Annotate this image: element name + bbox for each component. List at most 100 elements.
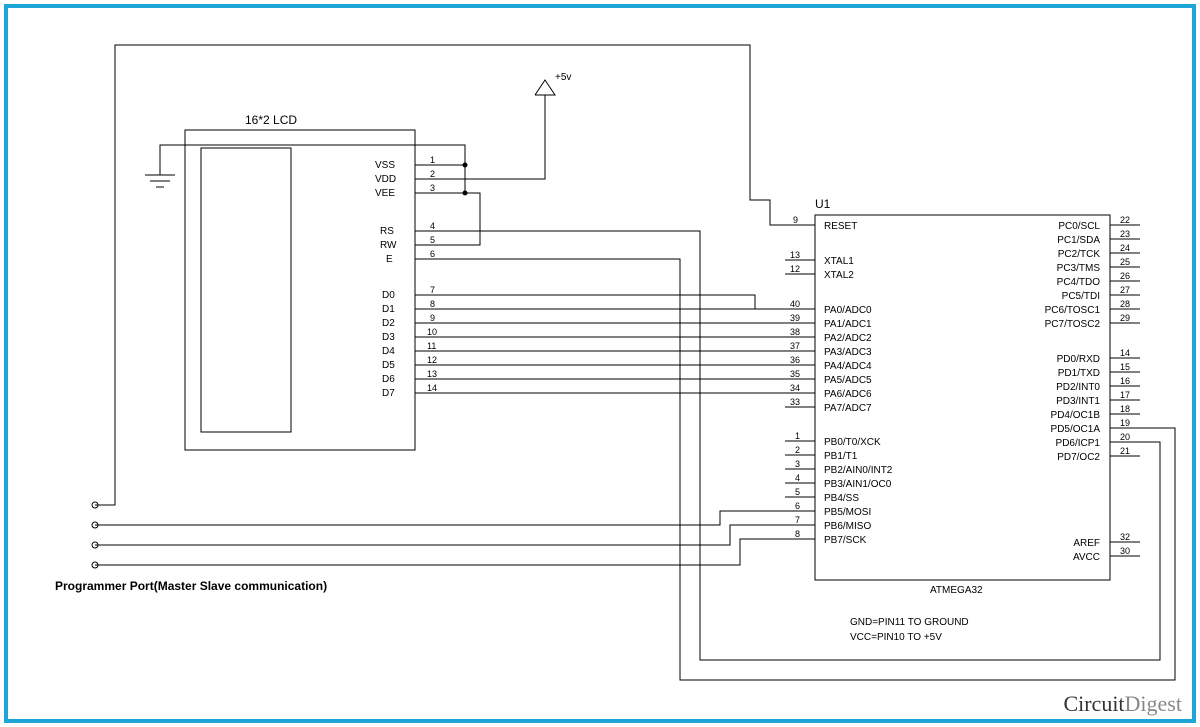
programmer-port-label: Programmer Port(Master Slave communicati… [55, 579, 327, 593]
svg-text:PA1/ADC1: PA1/ADC1 [824, 319, 872, 330]
svg-text:PC1/SDA: PC1/SDA [1057, 235, 1100, 246]
svg-text:PC7/TOSC2: PC7/TOSC2 [1045, 319, 1101, 330]
svg-text:7: 7 [795, 515, 800, 525]
svg-text:PD7/OC2: PD7/OC2 [1057, 452, 1100, 463]
svg-text:XTAL1: XTAL1 [824, 256, 854, 267]
svg-text:PD2/INT0: PD2/INT0 [1056, 382, 1100, 393]
svg-text:XTAL2: XTAL2 [824, 270, 854, 281]
label-5v: +5v [555, 72, 571, 83]
svg-text:D1: D1 [382, 304, 395, 315]
svg-text:D6: D6 [382, 374, 395, 385]
svg-text:14: 14 [427, 383, 437, 393]
svg-text:PA7/ADC7: PA7/ADC7 [824, 403, 872, 414]
svg-text:RESET: RESET [824, 221, 857, 232]
svg-text:12: 12 [790, 264, 800, 274]
note-gnd: GND=PIN11 TO GROUND [850, 617, 969, 628]
svg-text:15: 15 [1120, 362, 1130, 372]
svg-text:5: 5 [430, 235, 435, 245]
mcu-ref: U1 [815, 197, 831, 211]
svg-text:D4: D4 [382, 346, 395, 357]
svg-text:28: 28 [1120, 299, 1130, 309]
svg-text:RS: RS [380, 226, 394, 237]
svg-text:PB1/T1: PB1/T1 [824, 451, 858, 462]
svg-text:VEE: VEE [375, 188, 395, 199]
svg-text:20: 20 [1120, 432, 1130, 442]
svg-text:21: 21 [1120, 446, 1130, 456]
svg-text:9: 9 [430, 313, 435, 323]
svg-text:18: 18 [1120, 404, 1130, 414]
svg-text:PA0/ADC0: PA0/ADC0 [824, 305, 872, 316]
svg-text:7: 7 [430, 285, 435, 295]
svg-text:PA5/ADC5: PA5/ADC5 [824, 375, 872, 386]
svg-text:10: 10 [427, 327, 437, 337]
svg-text:39: 39 [790, 313, 800, 323]
svg-text:AVCC: AVCC [1073, 552, 1100, 563]
svg-text:AREF: AREF [1073, 538, 1100, 549]
svg-text:PC5/TDI: PC5/TDI [1062, 291, 1100, 302]
svg-text:PC3/TMS: PC3/TMS [1057, 263, 1101, 274]
svg-text:13: 13 [427, 369, 437, 379]
svg-text:33: 33 [790, 397, 800, 407]
svg-text:D5: D5 [382, 360, 395, 371]
svg-text:PA4/ADC4: PA4/ADC4 [824, 361, 872, 372]
watermark: CircuitDigest [1063, 691, 1182, 717]
note-vcc: VCC=PIN10 TO +5V [850, 632, 942, 643]
svg-text:PB4/SS: PB4/SS [824, 493, 859, 504]
svg-text:26: 26 [1120, 271, 1130, 281]
svg-text:PC4/TDO: PC4/TDO [1057, 277, 1101, 288]
svg-text:PD4/OC1B: PD4/OC1B [1051, 410, 1101, 421]
svg-text:PB2/AIN0/INT2: PB2/AIN0/INT2 [824, 465, 893, 476]
svg-text:VDD: VDD [375, 174, 396, 185]
lcd-title: 16*2 LCD [245, 113, 297, 127]
mcu-part: ATMEGA32 [930, 585, 983, 596]
svg-text:5: 5 [795, 487, 800, 497]
svg-text:PB5/MOSI: PB5/MOSI [824, 507, 871, 518]
svg-text:24: 24 [1120, 243, 1130, 253]
svg-text:35: 35 [790, 369, 800, 379]
svg-text:PB7/SCK: PB7/SCK [824, 535, 867, 546]
svg-text:2: 2 [795, 445, 800, 455]
svg-text:PB0/T0/XCK: PB0/T0/XCK [824, 437, 881, 448]
svg-text:8: 8 [430, 299, 435, 309]
lcd-block: 16*2 LCD VSS 1 VDD 2 VEE 3 RS 4 RW [185, 113, 445, 450]
svg-text:PC6/TOSC1: PC6/TOSC1 [1045, 305, 1101, 316]
svg-text:8: 8 [795, 529, 800, 539]
svg-text:PA2/ADC2: PA2/ADC2 [824, 333, 872, 344]
svg-text:PD0/RXD: PD0/RXD [1057, 354, 1100, 365]
svg-text:D3: D3 [382, 332, 395, 343]
svg-text:D7: D7 [382, 388, 395, 399]
svg-text:2: 2 [430, 169, 435, 179]
svg-text:PA3/ADC3: PA3/ADC3 [824, 347, 872, 358]
svg-text:6: 6 [430, 249, 435, 259]
svg-text:22: 22 [1120, 215, 1130, 225]
svg-text:D2: D2 [382, 318, 395, 329]
svg-text:40: 40 [790, 299, 800, 309]
svg-text:PC2/TCK: PC2/TCK [1058, 249, 1101, 260]
svg-text:RW: RW [380, 240, 397, 251]
svg-text:30: 30 [1120, 546, 1130, 556]
svg-text:16: 16 [1120, 376, 1130, 386]
svg-text:38: 38 [790, 327, 800, 337]
svg-text:4: 4 [430, 221, 435, 231]
svg-text:12: 12 [427, 355, 437, 365]
schematic-canvas: line, polyline, rect, path, circle { str… [0, 0, 1200, 727]
schematic-svg: line, polyline, rect, path, circle { str… [0, 0, 1200, 727]
svg-text:PD5/OC1A: PD5/OC1A [1051, 424, 1101, 435]
svg-text:PB6/MISO: PB6/MISO [824, 521, 871, 532]
svg-text:29: 29 [1120, 313, 1130, 323]
svg-text:17: 17 [1120, 390, 1130, 400]
svg-text:6: 6 [795, 501, 800, 511]
svg-text:25: 25 [1120, 257, 1130, 267]
svg-text:PC0/SCL: PC0/SCL [1058, 221, 1100, 232]
svg-text:27: 27 [1120, 285, 1130, 295]
svg-text:PB3/AIN1/OC0: PB3/AIN1/OC0 [824, 479, 892, 490]
svg-text:3: 3 [795, 459, 800, 469]
svg-text:D0: D0 [382, 290, 395, 301]
svg-text:19: 19 [1120, 418, 1130, 428]
nets: +5v [55, 45, 1175, 680]
svg-text:34: 34 [790, 383, 800, 393]
svg-text:14: 14 [1120, 348, 1130, 358]
svg-text:32: 32 [1120, 532, 1130, 542]
svg-text:VSS: VSS [375, 160, 395, 171]
svg-text:PD3/INT1: PD3/INT1 [1056, 396, 1100, 407]
